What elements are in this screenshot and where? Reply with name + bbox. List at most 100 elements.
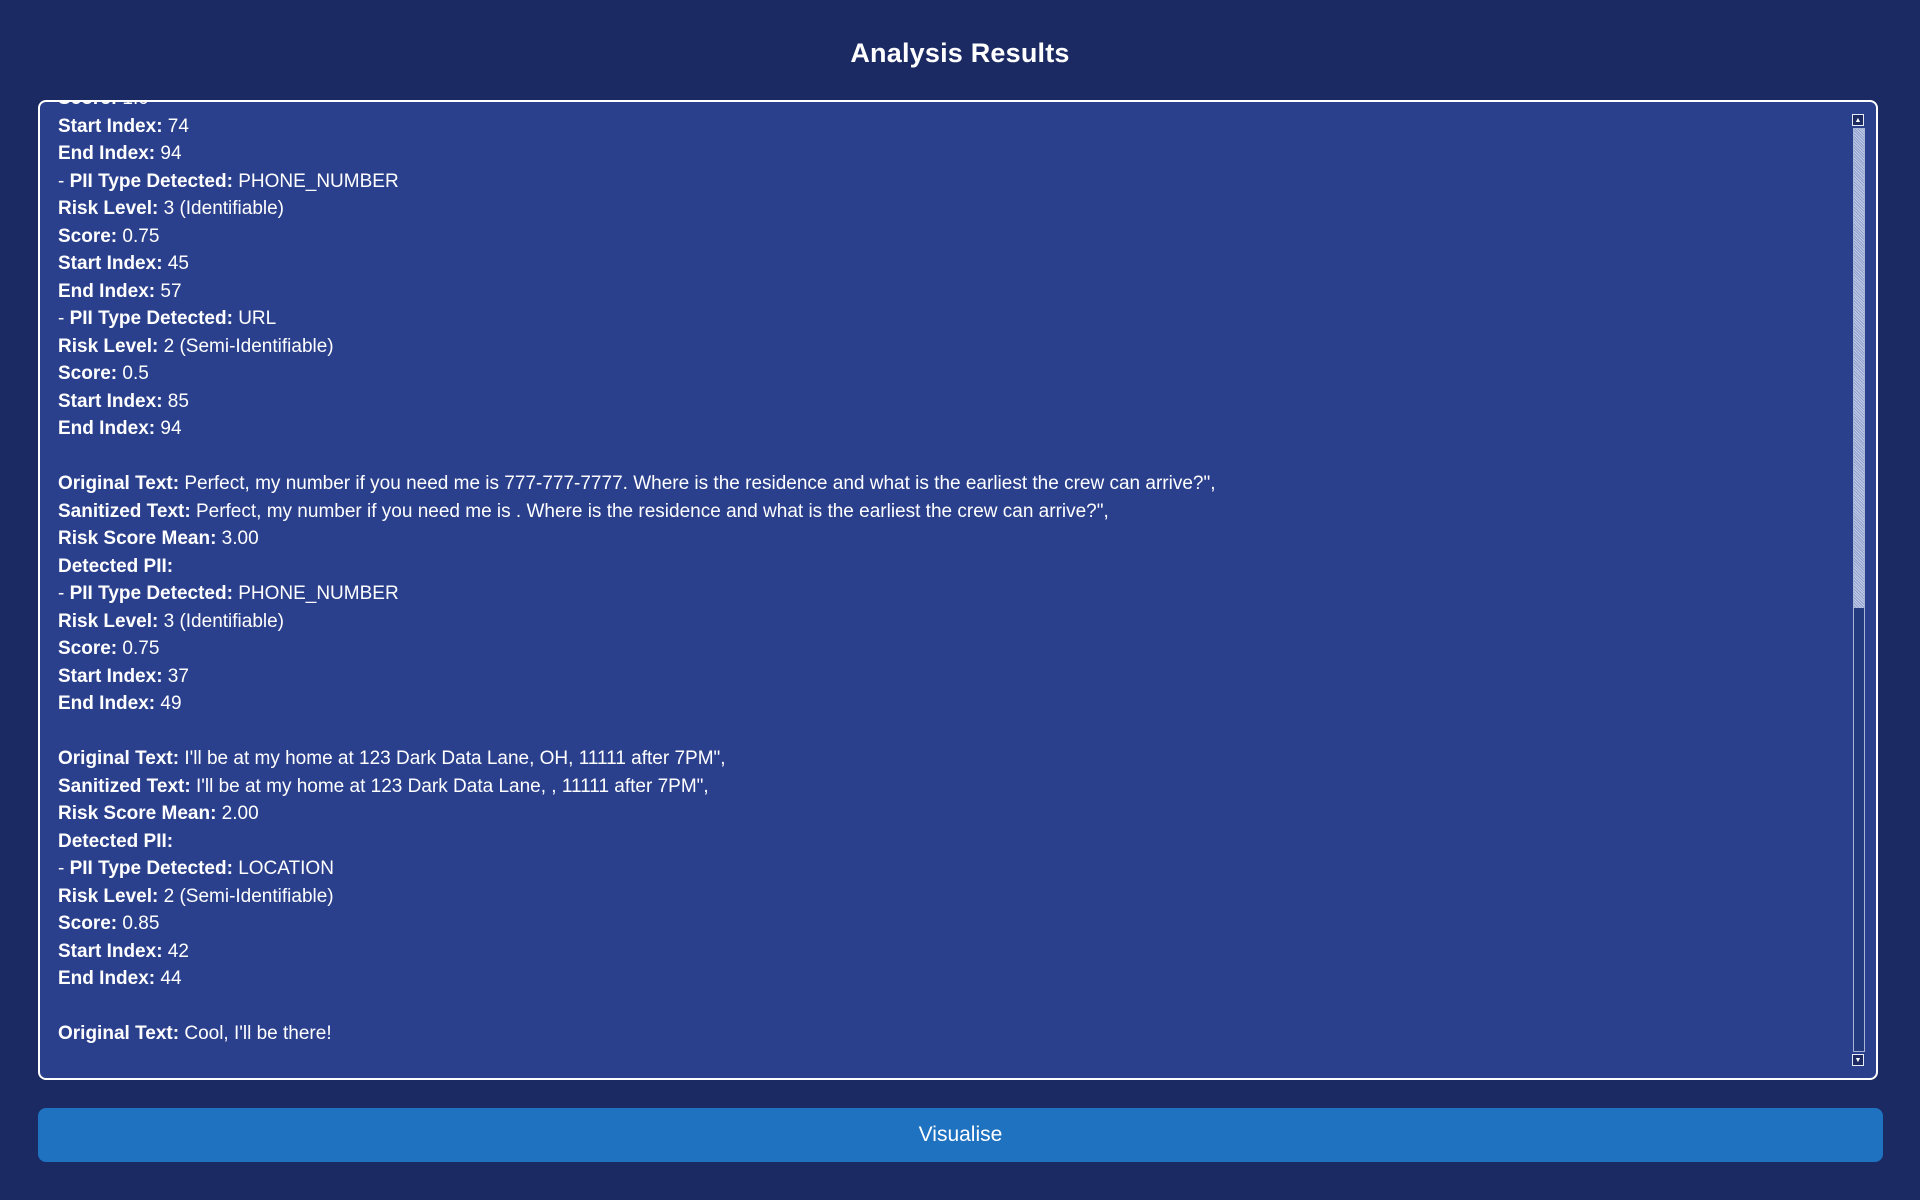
field-value: 2 (Semi-Identifiable) [158,885,334,907]
result-line: Risk Level: 2 (Semi-Identifiable) [58,333,1836,361]
result-line: Score: 0.85 [58,910,1836,938]
result-line: Start Index: 45 [58,250,1836,278]
result-line: Detected PII: [58,553,1836,581]
result-line: End Index: 94 [58,415,1836,443]
result-line: End Index: 44 [58,965,1836,993]
field-value: 2 (Semi-Identifiable) [158,335,334,357]
scroll-thumb[interactable] [1854,129,1864,609]
field-value: 37 [162,665,189,687]
field-label: Risk Level: [58,885,159,907]
result-line: Risk Level: 2 (Semi-Identifiable) [58,883,1836,911]
field-value: 3 (Identifiable) [158,610,285,632]
result-line: Sanitized Text: I'll be at my home at 12… [58,773,1836,801]
result-line: Start Index: 37 [58,663,1836,691]
field-label: End Index: [58,418,156,439]
field-value: 57 [155,280,182,302]
field-label: Sanitized Text: [58,500,191,522]
field-label: Start Index: [58,665,163,687]
result-line: - PII Type Detected: LOCATION [58,855,1836,883]
field-label: Score: [58,225,118,247]
field-label: Original Text: [58,1023,180,1044]
field-label: Start Index: [58,115,163,137]
field-label: PII Type Detected: [69,583,233,604]
field-value: 42 [162,940,189,962]
field-label: PII Type Detected: [69,858,233,879]
field-value: 1.0 [117,102,148,109]
results-text: Score: 1.0Start Index: 74End Index: 94- … [58,102,1836,1048]
result-line: Score: 0.5 [58,360,1836,388]
result-line: - PII Type Detected: PHONE_NUMBER [58,580,1836,608]
result-line: Start Index: 42 [58,938,1836,966]
field-value: LOCATION [232,858,334,879]
page-title: Analysis Results [850,38,1070,68]
result-line: Risk Level: 3 (Identifiable) [58,195,1836,223]
field-value: 44 [155,968,182,989]
scroll-up-arrow-icon[interactable]: ▲ [1852,114,1864,126]
result-line: Risk Score Mean: 2.00 [58,800,1836,828]
field-value: 0.75 [117,225,160,247]
list-bullet: - [58,170,70,192]
field-value: I'll be at my home at 123 Dark Data Lane… [190,775,709,797]
result-line: Original Text: Perfect, my number if you… [58,470,1836,498]
field-label: Start Index: [58,940,163,962]
field-label: Detected PII: [58,830,174,852]
result-line: Start Index: 85 [58,388,1836,416]
field-value: 0.75 [117,638,160,659]
field-label: Risk Level: [58,610,159,632]
result-line: End Index: 94 [58,140,1836,168]
result-line: Original Text: I'll be at my home at 123… [58,745,1836,773]
field-label: Detected PII: [58,555,174,577]
field-value: 0.5 [117,363,149,384]
list-bullet: - [58,308,70,329]
field-label: Sanitized Text: [58,775,191,797]
field-label: Score: [58,913,118,934]
field-label: Score: [58,363,118,384]
page: Analysis Results Score: 1.0 Start Index: … [0,0,1920,1200]
field-value: Perfect, my number if you need me is . W… [190,500,1109,522]
field-label: Risk Score Mean: [58,528,217,549]
scroll-down-arrow-icon[interactable]: ▼ [1852,1054,1864,1066]
result-line: Score: 0.75 [58,635,1836,663]
field-value: 94 [155,143,182,164]
field-label: PII Type Detected: [69,308,233,329]
result-line: Risk Level: 3 (Identifiable) [58,608,1836,636]
list-bullet: - [58,583,70,604]
field-value: 3.00 [216,528,259,549]
field-label: PII Type Detected: [69,170,233,192]
result-line: Risk Score Mean: 3.00 [58,525,1836,553]
field-value: PHONE_NUMBER [232,170,399,192]
result-line: - PII Type Detected: URL [58,305,1836,333]
field-label: Risk Level: [58,335,159,357]
result-line: End Index: 49 [58,690,1836,718]
field-label: Start Index: [58,253,163,274]
result-line: Score: 0.75 [58,223,1836,251]
result-line: Detected PII: [58,828,1836,856]
field-value: URL [232,308,277,329]
field-label: End Index: [58,968,156,989]
field-value: Perfect, my number if you need me is 777… [179,473,1216,494]
field-label: End Index: [58,693,156,714]
visualise-button[interactable]: Visualise [38,1108,1883,1162]
analysis-results-box[interactable]: Score: 1.0Start Index: 74End Index: 94- … [38,100,1878,1080]
result-line: Sanitized Text: Perfect, my number if yo… [58,498,1836,526]
field-value: 3 (Identifiable) [158,198,285,219]
vertical-scrollbar[interactable]: ▲ ▼ [1852,114,1866,1066]
field-label: Score: [58,102,117,109]
list-bullet: - [58,858,70,879]
result-line: Original Text: Cool, I'll be there! [58,1020,1836,1048]
field-label: Risk Score Mean: [58,803,217,824]
field-label: Risk Level: [58,198,159,219]
result-line: Start Index: 74 [58,113,1836,141]
field-value: I'll be at my home at 123 Dark Data Lane… [179,748,726,769]
field-value: 94 [155,418,182,439]
field-label: Original Text: [58,473,180,494]
scroll-track[interactable] [1853,128,1865,1052]
field-label: Score: [58,638,118,659]
field-value: Cool, I'll be there! [179,1023,332,1044]
field-value: 74 [162,115,189,137]
field-label: Start Index: [58,390,163,412]
result-line: - PII Type Detected: PHONE_NUMBER [58,168,1836,196]
